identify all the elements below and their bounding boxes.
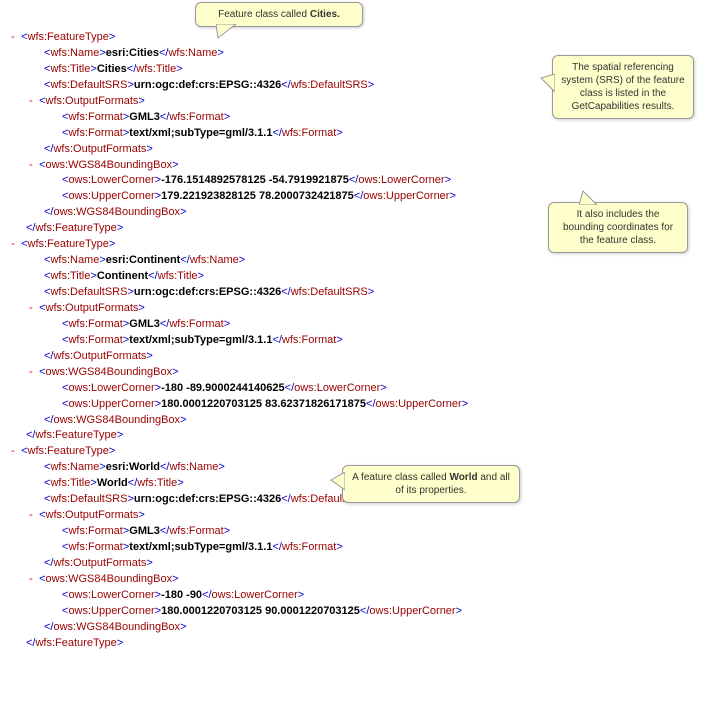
- xml-line: <wfs:Format>GML3</wfs:Format>: [8, 524, 710, 540]
- collapse-icon[interactable]: -: [26, 301, 36, 317]
- xml-line: <wfs:Format>text/xml;subType=gml/3.1.1</…: [8, 333, 710, 349]
- xml-line: <ows:LowerCorner>-176.1514892578125 -54.…: [8, 173, 710, 189]
- feature-title: World: [97, 477, 128, 489]
- xml-line: </wfs:OutputFormats>: [8, 349, 710, 365]
- collapse-icon[interactable]: -: [8, 30, 18, 46]
- xml-line: </wfs:OutputFormats>: [8, 556, 710, 572]
- xml-line: </wfs:OutputFormats>: [8, 142, 710, 158]
- callout-tail-icon: [539, 74, 555, 96]
- callout-bbox: It also includes the bounding coordinate…: [548, 202, 688, 253]
- callout-bold: Cities.: [310, 9, 340, 20]
- xml-line: - <wfs:OutputFormats>: [8, 301, 710, 317]
- collapse-icon[interactable]: -: [8, 444, 18, 460]
- callout-cities: Feature class called Cities.: [195, 2, 363, 27]
- collapse-icon[interactable]: -: [26, 94, 36, 110]
- xml-line: - <ows:WGS84BoundingBox>: [8, 158, 710, 174]
- feature-title: Continent: [97, 270, 148, 282]
- callout-world: A feature class called World and all of …: [342, 465, 520, 503]
- xml-line: - <wfs:FeatureType>: [8, 30, 710, 46]
- xml-line: <ows:UpperCorner>180.0001220703125 83.62…: [8, 397, 710, 413]
- callout-text: It also includes the bounding coordinate…: [563, 209, 673, 246]
- collapse-icon[interactable]: -: [26, 508, 36, 524]
- xml-line: <ows:UpperCorner>180.0001220703125 90.00…: [8, 604, 710, 620]
- feature-srs: urn:ogc:def:crs:EPSG::4326: [134, 79, 281, 91]
- feature-fmt1: GML3: [129, 318, 160, 330]
- feature-fmt2: text/xml;subType=gml/3.1.1: [129, 334, 272, 346]
- xml-line: - <wfs:FeatureType>: [8, 444, 710, 460]
- xml-line: <wfs:Title>Continent</wfs:Title>: [8, 269, 710, 285]
- xml-line: </ows:WGS84BoundingBox>: [8, 620, 710, 636]
- feature-name: esri:Cities: [106, 47, 159, 59]
- xml-line: <wfs:Format>GML3</wfs:Format>: [8, 317, 710, 333]
- callout-text: A feature class called: [352, 472, 449, 483]
- feature-name: esri:Continent: [106, 254, 181, 266]
- callout-bold: World: [449, 472, 477, 483]
- callout-srs: The spatial referencing system (SRS) of …: [552, 55, 694, 119]
- xml-line: </wfs:FeatureType>: [8, 636, 710, 652]
- collapse-icon[interactable]: -: [26, 365, 36, 381]
- xml-line: - <ows:WGS84BoundingBox>: [8, 572, 710, 588]
- xml-line: <wfs:Format>text/xml;subType=gml/3.1.1</…: [8, 126, 710, 142]
- xml-line: <wfs:DefaultSRS>urn:ogc:def:crs:EPSG::43…: [8, 285, 710, 301]
- feature-lower: -176.1514892578125 -54.7919921875: [161, 174, 349, 186]
- xml-line: <wfs:Name>esri:Continent</wfs:Name>: [8, 253, 710, 269]
- feature-upper: 180.0001220703125 90.0001220703125: [161, 605, 360, 617]
- feature-lower: -180 -89.9000244140625: [161, 382, 285, 394]
- xml-line: - <wfs:OutputFormats>: [8, 508, 710, 524]
- xml-line: - <ows:WGS84BoundingBox>: [8, 365, 710, 381]
- collapse-icon[interactable]: -: [26, 158, 36, 174]
- callout-text: The spatial referencing system (SRS) of …: [561, 62, 684, 112]
- feature-upper: 179.221923828125 78.2000732421875: [161, 190, 354, 202]
- xml-line: <ows:LowerCorner>-180 -89.9000244140625<…: [8, 381, 710, 397]
- feature-title: Cities: [97, 63, 127, 75]
- xml-line: <wfs:Format>text/xml;subType=gml/3.1.1</…: [8, 540, 710, 556]
- feature-srs: urn:ogc:def:crs:EPSG::4326: [134, 493, 281, 505]
- callout-tail-icon: [216, 24, 242, 40]
- feature-name: esri:World: [106, 461, 160, 473]
- feature-upper: 180.0001220703125 83.62371826171875: [161, 398, 366, 410]
- feature-fmt1: GML3: [129, 111, 160, 123]
- xml-line: <ows:LowerCorner>-180 -90</ows:LowerCorn…: [8, 588, 710, 604]
- feature-lower: -180 -90: [161, 589, 202, 601]
- callout-text: Feature class called: [218, 9, 310, 20]
- feature-fmt2: text/xml;subType=gml/3.1.1: [129, 127, 272, 139]
- feature-fmt2: text/xml;subType=gml/3.1.1: [129, 541, 272, 553]
- feature-srs: urn:ogc:def:crs:EPSG::4326: [134, 286, 281, 298]
- collapse-icon[interactable]: -: [8, 237, 18, 253]
- xml-line: </wfs:FeatureType>: [8, 428, 710, 444]
- feature-fmt1: GML3: [129, 525, 160, 537]
- collapse-icon[interactable]: -: [26, 572, 36, 588]
- xml-line: </ows:WGS84BoundingBox>: [8, 413, 710, 429]
- callout-tail-icon: [579, 189, 601, 205]
- callout-tail-icon: [329, 472, 345, 494]
